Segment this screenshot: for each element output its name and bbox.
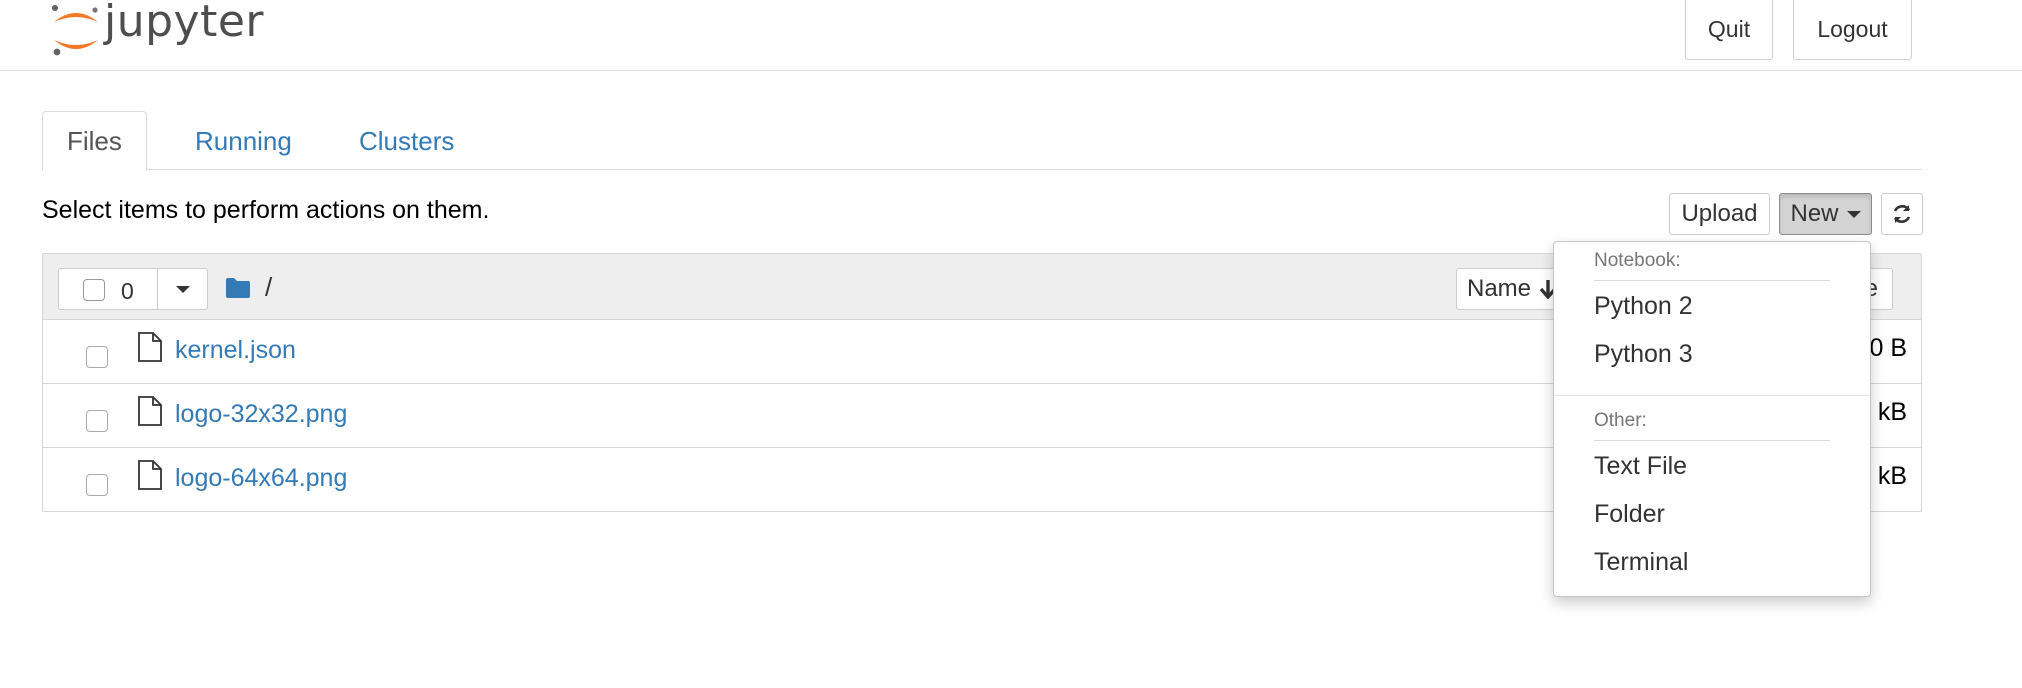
selection-hint: Select items to perform actions on them. [42, 196, 490, 224]
file-size: kB [1877, 398, 1907, 426]
new-dropdown-menu: Notebook: Python 2 Python 3 Other: Text … [1553, 241, 1871, 597]
caret-down-icon [176, 285, 190, 293]
refresh-button[interactable] [1881, 193, 1923, 235]
file-size: kB [1877, 462, 1907, 490]
tab-bar: Files Running Clusters [42, 111, 1922, 171]
menu-item-folder[interactable]: Folder [1594, 500, 1665, 529]
quit-button[interactable]: Quit [1685, 0, 1773, 60]
file-size: 0 B [1869, 334, 1907, 362]
jupyter-logo-icon [52, 5, 98, 56]
jupyter-logo[interactable]: jupyter [48, 0, 268, 62]
file-icon [138, 332, 162, 362]
logout-button[interactable]: Logout [1793, 0, 1912, 60]
file-icon [138, 460, 162, 490]
menu-item-terminal[interactable]: Terminal [1594, 548, 1688, 577]
file-link[interactable]: kernel.json [175, 336, 296, 365]
menu-item-python-2[interactable]: Python 2 [1594, 292, 1693, 321]
other-section-rule [1594, 440, 1830, 441]
select-all-checkbox[interactable] [83, 279, 105, 301]
breadcrumb-root[interactable]: / [265, 272, 272, 303]
breadcrumb: / [225, 272, 272, 303]
select-all-group: 0 [58, 268, 208, 310]
tab-clusters[interactable]: Clusters [359, 111, 454, 171]
upload-button[interactable]: Upload [1669, 193, 1770, 235]
menu-item-text-file[interactable]: Text File [1594, 452, 1687, 481]
folder-icon[interactable] [225, 277, 251, 299]
file-icon [138, 396, 162, 426]
other-section-header: Other: [1594, 410, 1647, 431]
menu-divider [1554, 395, 1870, 396]
row-checkbox[interactable] [86, 346, 108, 368]
new-button-label: New [1790, 200, 1839, 227]
selected-count: 0 [121, 278, 134, 304]
file-link[interactable]: logo-32x32.png [175, 400, 347, 429]
sort-label: Name [1467, 275, 1532, 302]
row-checkbox[interactable] [86, 474, 108, 496]
notebook-section-header: Notebook: [1594, 250, 1681, 271]
logo-text: jupyter [104, 0, 264, 47]
sort-by-name-button[interactable]: Name [1456, 268, 1560, 310]
caret-down-icon [1846, 210, 1861, 218]
tab-files[interactable]: Files [42, 111, 147, 171]
tab-running[interactable]: Running [195, 111, 292, 171]
menu-item-python-3[interactable]: Python 3 [1594, 340, 1693, 369]
select-dropdown-button[interactable] [157, 269, 208, 309]
file-link[interactable]: logo-64x64.png [175, 464, 347, 493]
refresh-icon [1893, 205, 1911, 223]
new-button[interactable]: New [1779, 193, 1872, 235]
header: jupyter Quit Logout [0, 0, 2022, 71]
notebook-section-rule [1594, 280, 1830, 281]
row-checkbox[interactable] [86, 410, 108, 432]
